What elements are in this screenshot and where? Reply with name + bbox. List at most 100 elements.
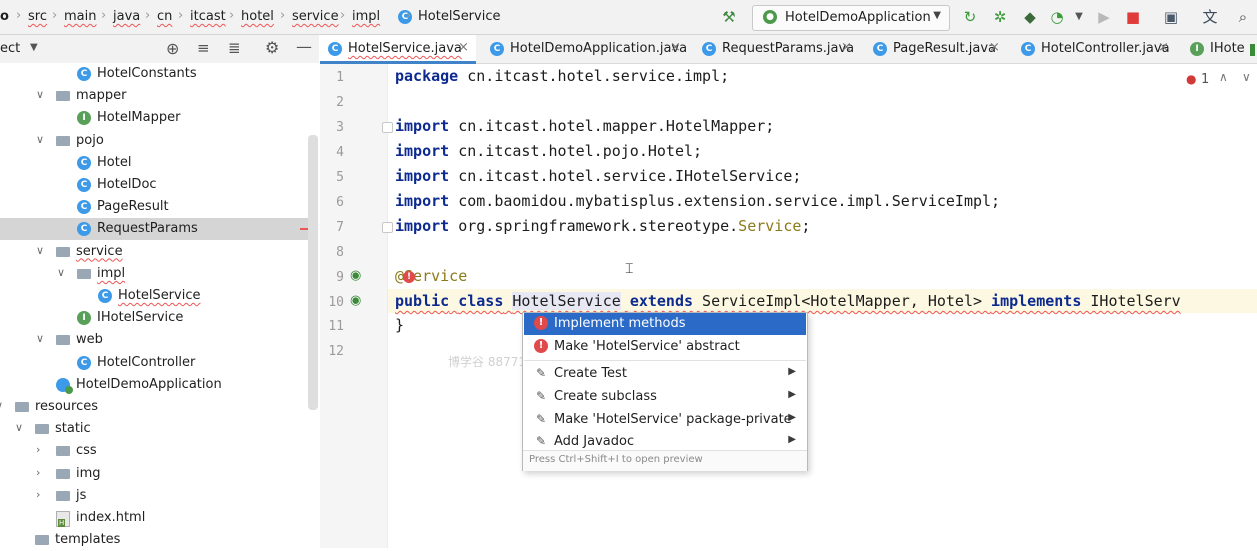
chevron-down-icon[interactable]: ∨ — [1242, 70, 1251, 84]
rerun-icon[interactable]: ↻ — [961, 8, 979, 26]
folder-icon — [35, 424, 49, 435]
close-icon[interactable]: × — [841, 40, 852, 55]
tree-item[interactable]: ∨ static — [0, 418, 308, 440]
breadcrumb-item[interactable]: itcast — [190, 9, 226, 24]
bean-gutter-icon[interactable]: ◉ — [350, 293, 361, 308]
tree-item[interactable]: C Hotel — [0, 152, 308, 174]
expand-all-icon[interactable]: ≡ — [197, 39, 210, 57]
collapse-all-icon[interactable]: ≣ — [228, 39, 241, 57]
tree-item[interactable]: › img — [0, 463, 308, 485]
code-token: extends — [629, 292, 694, 310]
chevron-down-icon[interactable]: ∨ — [0, 399, 3, 412]
tab-label: HotelService.java — [348, 41, 462, 56]
breadcrumb-item[interactable]: HotelService — [418, 9, 500, 24]
chevron-down-icon[interactable]: ∨ — [36, 244, 44, 257]
fold-marker[interactable] — [382, 222, 393, 233]
tree-item[interactable]: C HotelService — [0, 285, 308, 307]
project-scrollbar[interactable] — [308, 135, 318, 410]
breadcrumb-item[interactable]: cn — [157, 9, 172, 24]
close-icon[interactable]: × — [1158, 40, 1169, 55]
profile-icon[interactable]: ◔ — [1048, 8, 1066, 26]
chevron-right-icon[interactable]: › — [36, 488, 40, 501]
chevron-down-icon[interactable]: ∨ — [36, 133, 44, 146]
editor-tab[interactable]: C HotelDemoApplication.java × — [482, 35, 688, 63]
problems-count[interactable]: 1 — [1201, 72, 1209, 87]
tree-item[interactable]: C HotelConstants — [0, 63, 308, 85]
tree-item[interactable]: ∨ impl — [0, 263, 308, 285]
code-line[interactable]: import org.springframework.stereotype.Se… — [395, 217, 810, 235]
editor-tab[interactable]: C HotelController.java × — [1013, 35, 1176, 63]
menu-item[interactable]: ✎ Add Javadoc ▶ — [524, 431, 806, 453]
fold-marker[interactable] — [382, 122, 393, 133]
breadcrumb-item[interactable]: java — [113, 9, 140, 24]
editor-tab[interactable]: C RequestParams.java × — [694, 35, 859, 63]
tree-item[interactable]: I IHotelService — [0, 307, 308, 329]
editor-tab[interactable]: I IHote — [1182, 35, 1257, 63]
code-line[interactable]: import cn.itcast.hotel.pojo.Hotel; — [395, 142, 702, 160]
minimize-icon[interactable]: — — [296, 37, 312, 56]
tree-item[interactable]: HotelDemoApplication — [0, 374, 308, 396]
close-icon[interactable]: × — [670, 40, 681, 55]
code-line[interactable]: package cn.itcast.hotel.service.impl; — [395, 67, 729, 85]
close-icon[interactable]: × — [458, 40, 469, 55]
tree-item[interactable]: C RequestParams — [0, 218, 308, 241]
tree-item-label: pojo — [76, 132, 104, 148]
breadcrumb-item[interactable]: o — [0, 9, 9, 24]
menu-item[interactable]: ! Make 'HotelService' abstract — [524, 336, 806, 358]
menu-item[interactable]: ✎ Create Test ▶ — [524, 363, 806, 385]
tree-item[interactable]: C HotelController — [0, 352, 308, 374]
debug-icon[interactable]: ✲ — [991, 8, 1009, 26]
gear-icon[interactable]: ⚙ — [265, 38, 279, 57]
locate-icon[interactable]: ⊕ — [166, 39, 179, 58]
tree-item[interactable]: ∨ service — [0, 241, 308, 263]
line-number: 1 — [336, 70, 344, 85]
code-line[interactable]: } — [395, 316, 404, 334]
breadcrumb-item[interactable]: hotel — [241, 9, 274, 24]
chevron-down-icon[interactable]: ∨ — [57, 266, 65, 279]
menu-item[interactable]: ✎ Make 'HotelService' package-private ▶ — [524, 409, 806, 431]
editor-tab[interactable]: C PageResult.java × — [865, 35, 1007, 63]
code-line[interactable]: import cn.itcast.hotel.service.IHotelSer… — [395, 167, 801, 185]
tree-item[interactable]: I HotelMapper — [0, 107, 308, 129]
breadcrumb-item[interactable]: main — [64, 9, 96, 24]
error-icon[interactable]: ● — [1186, 72, 1196, 86]
editor-tab[interactable]: C HotelService.java × — [320, 35, 476, 64]
tree-item[interactable]: ∨ mapper — [0, 85, 308, 107]
close-icon[interactable]: × — [989, 40, 1000, 55]
chevron-down-icon[interactable]: ▼ — [30, 42, 38, 53]
tree-item[interactable]: ∨ web — [0, 329, 308, 351]
code-line[interactable]: import cn.itcast.hotel.mapper.HotelMappe… — [395, 117, 774, 135]
tree-item-label: PageResult — [97, 199, 169, 215]
chevron-down-icon[interactable]: ∨ — [36, 332, 44, 345]
run-configuration-selector[interactable]: ● HotelDemoApplication ▼ — [752, 5, 950, 31]
error-bulb-icon[interactable]: ! — [403, 271, 415, 283]
chevron-up-icon[interactable]: ∧ — [1219, 70, 1228, 84]
menu-item[interactable]: ✎ Create subclass ▶ — [524, 386, 806, 408]
coverage-icon[interactable]: ◆ — [1021, 8, 1039, 26]
run-icon[interactable]: ▶ — [1095, 8, 1113, 26]
tree-item[interactable]: index.html — [0, 507, 308, 529]
bean-gutter-icon[interactable]: ◉ — [350, 268, 361, 283]
hammer-icon[interactable]: ⚒ — [720, 8, 738, 26]
tree-item[interactable]: C PageResult — [0, 196, 308, 218]
breadcrumb-item[interactable]: src — [28, 9, 47, 24]
chevron-down-icon[interactable]: ▼ — [1070, 8, 1088, 26]
tree-item[interactable]: ∨ pojo — [0, 130, 308, 152]
tree-item[interactable]: ∨ resources — [0, 396, 308, 418]
tree-item[interactable]: C HotelDoc — [0, 174, 308, 196]
stop-icon[interactable]: ■ — [1124, 8, 1142, 26]
chevron-down-icon[interactable]: ∨ — [36, 88, 44, 101]
chevron-right-icon[interactable]: › — [36, 443, 40, 456]
translate-icon[interactable]: 文 — [1201, 8, 1219, 26]
menu-item[interactable]: ! Implement methods — [524, 313, 806, 335]
tree-item[interactable]: › css — [0, 440, 308, 462]
chevron-right-icon[interactable]: › — [36, 466, 40, 479]
code-line[interactable]: import com.baomidou.mybatisplus.extensio… — [395, 192, 1000, 210]
search-icon[interactable]: ⌕ — [1234, 8, 1252, 26]
chevron-down-icon[interactable]: ∨ — [15, 421, 23, 434]
tree-item[interactable]: › js — [0, 485, 308, 507]
project-structure-icon[interactable]: ▣ — [1162, 8, 1180, 26]
breadcrumb-item[interactable]: impl — [352, 9, 380, 24]
breadcrumb-item[interactable]: service — [292, 9, 339, 24]
code-line[interactable]: public class HotelService extends Servic… — [395, 292, 1181, 310]
